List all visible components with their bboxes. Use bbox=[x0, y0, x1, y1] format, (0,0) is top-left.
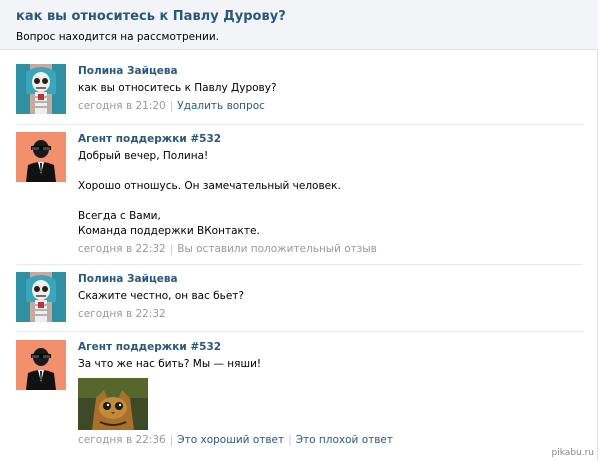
message-text: Всегда с Вами, bbox=[78, 210, 161, 222]
author-name[interactable]: Агент поддержки #532 bbox=[78, 340, 581, 357]
message-text bbox=[78, 194, 581, 209]
timestamp: сегодня в 22:32 bbox=[78, 308, 166, 320]
cat-photo-icon bbox=[78, 378, 148, 430]
question-header: как вы относитесь к Павлу Дурову? Вопрос… bbox=[0, 0, 598, 50]
message-meta: сегодня в 22:32 | Вы оставили положительны… bbox=[78, 242, 581, 257]
good-answer-link[interactable]: Это хороший ответ bbox=[177, 434, 284, 446]
delete-question-link[interactable]: Удалить вопрос bbox=[177, 100, 265, 112]
message-text bbox=[78, 164, 581, 179]
separator: | bbox=[288, 434, 292, 446]
avatar[interactable] bbox=[16, 272, 66, 322]
feedback-status: Вы оставили положительный отзыв bbox=[177, 243, 377, 255]
message-text: Хорошо отношусь. Он замечательный челове… bbox=[78, 180, 341, 192]
right-border bbox=[597, 49, 598, 461]
author-name[interactable]: Полина Зайцева bbox=[78, 272, 581, 289]
avatar[interactable] bbox=[16, 64, 66, 114]
message-meta: сегодня в 21:20 | Удалить вопрос bbox=[78, 99, 581, 114]
message-meta: сегодня в 22:32 bbox=[78, 307, 581, 322]
skeleton-girl-avatar-icon bbox=[16, 64, 66, 114]
avatar[interactable] bbox=[16, 132, 66, 182]
separator: | bbox=[169, 434, 174, 446]
question-status: Вопрос находится на расcмотрении. bbox=[16, 31, 219, 43]
timestamp: сегодня в 22:32 bbox=[78, 243, 166, 255]
avatar[interactable] bbox=[16, 340, 66, 390]
bad-answer-link[interactable]: Это плохой ответ bbox=[296, 434, 393, 446]
watermark: pikabu.ru bbox=[551, 448, 594, 458]
divider bbox=[16, 331, 583, 332]
agent-avatar-icon bbox=[16, 340, 66, 390]
attached-image[interactable] bbox=[78, 378, 148, 430]
message-text: Добрый вечер, Полина! bbox=[78, 150, 209, 162]
divider bbox=[16, 124, 583, 125]
divider bbox=[16, 264, 583, 265]
message-text: За что же нас бить? Мы — няши! bbox=[78, 358, 262, 370]
author-name[interactable]: Агент поддержки #532 bbox=[78, 132, 581, 149]
timestamp: сегодня в 21:20 bbox=[78, 100, 166, 112]
message-meta: сегодня в 22:36 | Это хороший ответ | Это пл… bbox=[78, 433, 581, 448]
message-text: Команда поддержки ВКонтакте. bbox=[78, 225, 260, 237]
message-text: Скажите честно, он вас бьет? bbox=[78, 290, 244, 302]
question-title: как вы относитесь к Павлу Дурову? bbox=[16, 9, 286, 24]
skeleton-girl-avatar-icon bbox=[16, 272, 66, 322]
separator: | bbox=[169, 100, 174, 112]
timestamp: сегодня в 22:36 bbox=[78, 434, 166, 446]
message-text: как вы относитесь к Павлу Дурову? bbox=[78, 82, 277, 94]
separator: | bbox=[169, 243, 174, 255]
author-name[interactable]: Полина Зайцева bbox=[78, 64, 581, 81]
agent-avatar-icon bbox=[16, 132, 66, 182]
